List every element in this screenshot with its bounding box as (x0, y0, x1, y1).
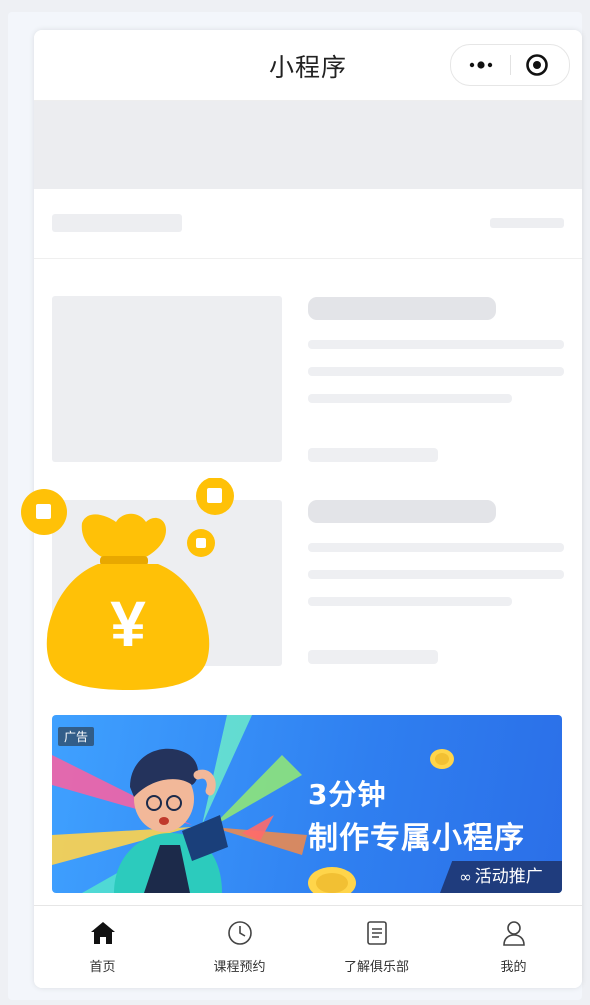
money-bag-float-button[interactable]: ¥ (18, 477, 248, 698)
text-line-skeleton (308, 394, 512, 403)
capsule-divider (510, 55, 511, 75)
title-skeleton (308, 500, 496, 523)
tab-label: 我的 (500, 960, 527, 975)
section-more-skeleton (490, 218, 564, 228)
document-icon (366, 921, 387, 945)
tab-label: 了解俱乐部 (343, 960, 409, 975)
tab-label: 课程预约 (213, 960, 266, 975)
tab-mine[interactable]: 我的 (445, 906, 582, 988)
title-skeleton (308, 297, 496, 320)
yuan-symbol: ¥ (110, 588, 146, 660)
tab-label: 首页 (89, 960, 116, 975)
banner-skeleton (34, 101, 582, 189)
tab-about-club[interactable]: 了解俱乐部 (308, 906, 445, 988)
nav-bar: 小程序 (34, 30, 582, 101)
user-icon (502, 921, 525, 946)
meta-skeleton (308, 448, 438, 462)
ad-promo-button[interactable]: ∞ 活动推广 (440, 861, 562, 893)
ad-subheadline: 制作专属小程序 (308, 821, 525, 856)
link-icon: ∞ (459, 868, 472, 886)
section-header-skeleton (34, 190, 582, 259)
clock-icon (227, 921, 252, 945)
ad-headline: 3分钟 (308, 778, 387, 811)
text-line-skeleton (308, 543, 564, 552)
meta-skeleton (308, 650, 438, 664)
target-close-icon[interactable] (525, 53, 549, 77)
tab-bar: 首页 课程预约 了解俱乐部 我的 (34, 905, 582, 988)
text-line-skeleton (308, 340, 564, 349)
home-icon (90, 922, 115, 944)
money-bag-yuan-icon: ¥ (21, 477, 234, 690)
text-line-skeleton (308, 570, 564, 579)
ad-banner[interactable]: 广告 3分钟 制作专属小程序 ∞ 活动推广 (52, 715, 562, 893)
text-line-skeleton (308, 367, 564, 376)
tab-home[interactable]: 首页 (34, 906, 171, 988)
section-title-skeleton (52, 214, 182, 232)
thumbnail-skeleton (52, 296, 282, 462)
more-dots-icon[interactable] (465, 53, 497, 77)
tab-course-booking[interactable]: 课程预约 (171, 906, 308, 988)
ad-promo-label: 活动推广 (474, 867, 543, 887)
ad-tag: 广告 (58, 727, 95, 746)
capsule-menu (450, 44, 570, 86)
text-line-skeleton (308, 597, 512, 606)
